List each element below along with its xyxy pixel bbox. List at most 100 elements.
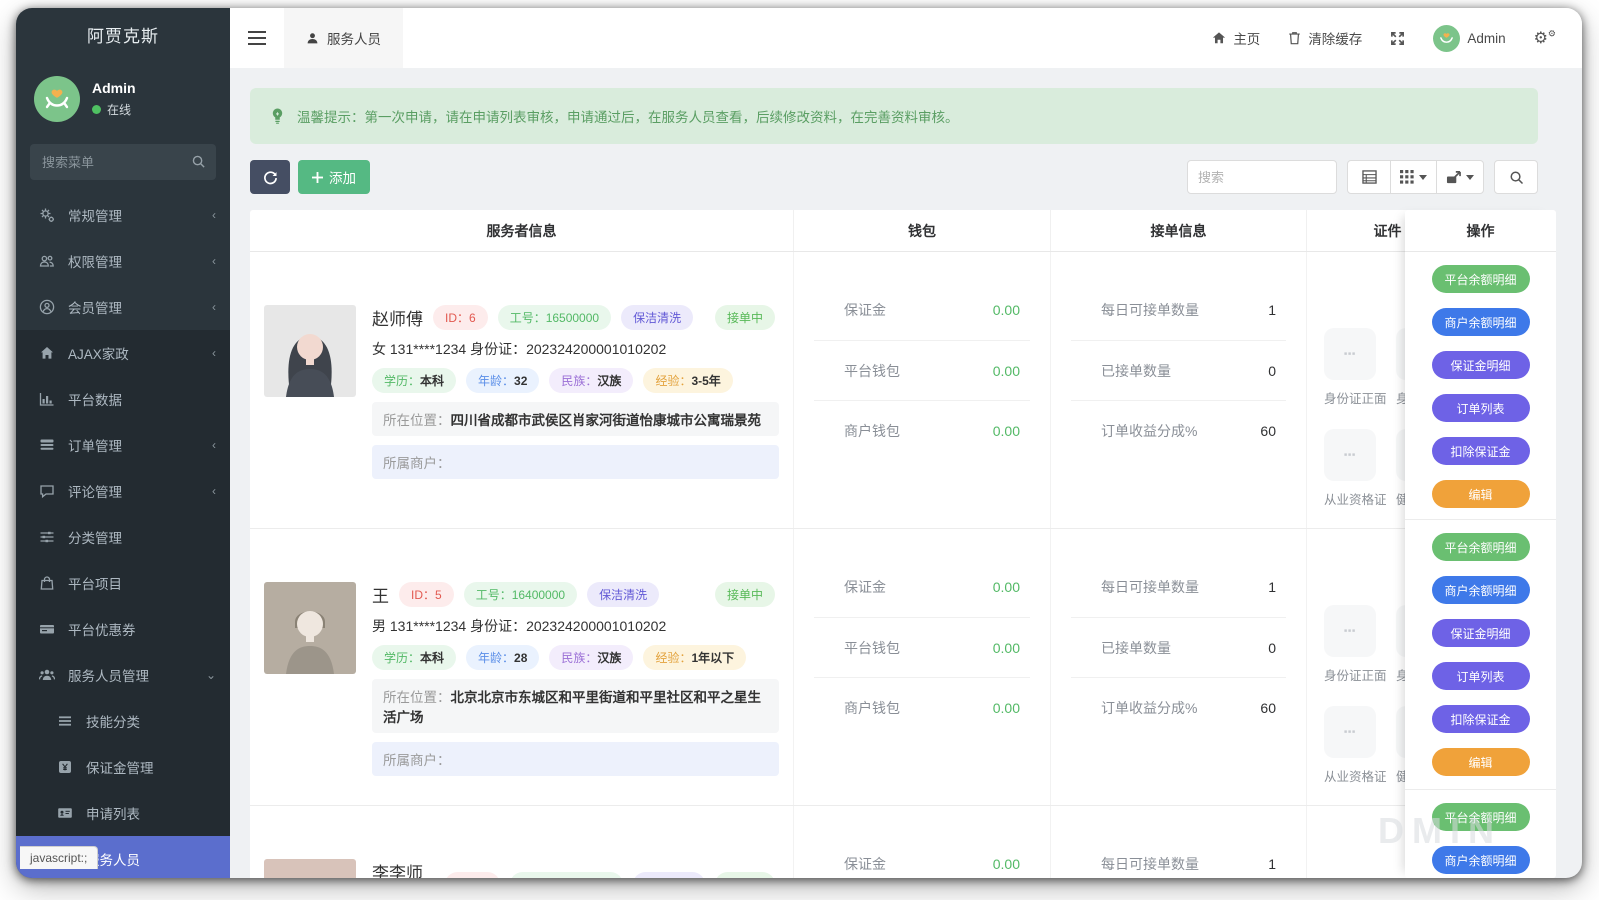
worker-photo[interactable]	[264, 582, 356, 674]
sidebar-item-4[interactable]: 平台数据	[16, 376, 230, 422]
certificate-label: 从业资格证	[1324, 489, 1386, 508]
sidebar-item-12[interactable]: 保证金管理	[16, 744, 230, 790]
field-label: 商户钱包	[844, 698, 900, 718]
settings-button[interactable]: ⚙⚙	[1534, 28, 1556, 48]
user-avatar[interactable]	[34, 76, 80, 122]
sidebar-item-label: 会员管理	[68, 297, 122, 317]
columns-dropdown-button[interactable]	[1390, 160, 1437, 194]
id-badge: ID：5	[399, 582, 454, 607]
attribute-badge: 学历：本科	[372, 368, 456, 393]
grid-icon	[1400, 170, 1414, 184]
sidebar-item-10[interactable]: 服务人员管理⌄	[16, 652, 230, 698]
category-icon	[38, 529, 56, 545]
action-button[interactable]: 商户余额明细	[1432, 576, 1530, 604]
wallet-cell: 保证金0.00平台钱包0.00商户钱包0.00	[794, 252, 1051, 528]
field-label: 商户钱包	[844, 421, 900, 441]
action-button[interactable]: 编辑	[1432, 748, 1530, 776]
clear-cache-link[interactable]: 清除缓存	[1288, 28, 1362, 48]
action-button[interactable]: 商户余额明细	[1432, 308, 1530, 336]
chevron-left-icon: ‹	[212, 346, 216, 360]
sidebar-item-5[interactable]: 订单管理‹	[16, 422, 230, 468]
action-button[interactable]: 平台余额明细	[1432, 265, 1530, 293]
table-row: 王ID：5工号：16400000保洁清洗接单中男 131****1234 身份证…	[250, 529, 1538, 806]
trash-icon	[1288, 31, 1301, 45]
action-button[interactable]: 商户余额明细	[1432, 846, 1530, 874]
column-header: 钱包	[794, 210, 1051, 251]
export-dropdown-button[interactable]	[1436, 160, 1484, 194]
field-label: 保证金	[844, 577, 886, 597]
sidebar-menu: 常规管理‹权限管理‹会员管理‹AJAX家政‹平台数据订单管理‹评论管理‹分类管理…	[16, 192, 230, 878]
page-content: 温馨提示：第一次申请，请在申请列表审核，申请通过后，在服务人员查看，后续修改资料…	[230, 68, 1582, 878]
skill-badge: 保洁清洗	[587, 582, 659, 607]
worker-photo[interactable]	[264, 859, 356, 878]
sidebar-search-input[interactable]	[30, 144, 216, 180]
fullscreen-button[interactable]	[1390, 31, 1405, 46]
action-button[interactable]: 扣除保证金	[1432, 437, 1530, 465]
field-value: 1	[1268, 302, 1276, 318]
field-value: 0.00	[993, 423, 1020, 439]
caret-down-icon	[1466, 175, 1474, 180]
user-name: Admin	[92, 80, 136, 96]
table-header-row: 服务者信息 钱包 接单信息 证件	[250, 210, 1538, 252]
users-icon	[38, 253, 56, 269]
sidebar-item-13[interactable]: 申请列表	[16, 790, 230, 836]
sidebar-item-label: AJAX家政	[68, 343, 129, 363]
sidebar-item-8[interactable]: 平台项目	[16, 560, 230, 606]
action-button[interactable]: 平台余额明细	[1432, 803, 1530, 831]
tab-service-personnel[interactable]: 服务人员	[284, 8, 403, 68]
toggle-view-button[interactable]	[1347, 160, 1391, 194]
home-link[interactable]: 主页	[1212, 28, 1260, 48]
action-button[interactable]: 订单列表	[1432, 662, 1530, 690]
sidebar-toggle-button[interactable]	[230, 31, 284, 45]
status-badge: 接单中	[715, 305, 775, 330]
coupon-icon	[38, 621, 56, 637]
admin-dropdown[interactable]: Admin	[1433, 25, 1505, 52]
sidebar-item-label: 评论管理	[68, 481, 122, 501]
sidebar: 阿贾克斯 Admin 在线 常规管理‹权限管理‹会员管理‹AJAX家政‹	[16, 8, 230, 878]
sidebar-item-label: 保证金管理	[86, 757, 154, 777]
table-row: 李李师傅ID：4工号：16300000保洁清洗接单中女 131****1234 …	[250, 806, 1538, 878]
row-actions: 平台余额明细商户余额明细保证金明细订单列表扣除保证金编辑	[1405, 790, 1556, 878]
action-button[interactable]: 保证金明细	[1432, 619, 1530, 647]
sidebar-item-6[interactable]: 评论管理 ‹	[16, 468, 230, 514]
sidebar-item-1[interactable]: 权限管理‹	[16, 238, 230, 284]
certificate-thumbnail[interactable]: ■■■	[1324, 706, 1376, 758]
notice-alert: 温馨提示：第一次申请，请在申请列表审核，申请通过后，在服务人员查看，后续修改资料…	[250, 88, 1538, 144]
sidebar-item-2[interactable]: 会员管理‹	[16, 284, 230, 330]
sidebar-item-11[interactable]: 技能分类	[16, 698, 230, 744]
comment-icon	[38, 483, 56, 499]
action-button[interactable]: 保证金明细	[1432, 351, 1530, 379]
certificate-thumbnail[interactable]: ■■■	[1324, 328, 1376, 380]
work-no-badge: 工号：16500000	[498, 305, 611, 330]
worker-photo[interactable]	[264, 305, 356, 397]
plus-icon	[312, 172, 323, 183]
chevron-left-icon: ‹	[212, 208, 216, 222]
sidebar-item-3[interactable]: AJAX家政 ‹	[16, 330, 230, 376]
sidebar-item-0[interactable]: 常规管理‹	[16, 192, 230, 238]
certificate-thumbnail[interactable]: ■■■	[1324, 429, 1376, 481]
field-label: 每日可接单数量	[1101, 854, 1199, 874]
field-label: 订单收益分成%	[1101, 698, 1197, 718]
orders-icon	[38, 437, 56, 453]
action-button[interactable]: 扣除保证金	[1432, 705, 1530, 733]
chevron-left-icon: ‹	[212, 484, 216, 498]
sidebar-item-7[interactable]: 分类管理	[16, 514, 230, 560]
sidebar-search	[30, 144, 216, 180]
refresh-button[interactable]	[250, 160, 290, 194]
sidebar-user-panel: Admin 在线	[16, 66, 230, 136]
action-button[interactable]: 编辑	[1432, 480, 1530, 508]
field-label: 每日可接单数量	[1101, 577, 1199, 597]
certificate-thumbnail[interactable]: ■■■	[1324, 605, 1376, 657]
brand-title[interactable]: 阿贾克斯	[16, 8, 230, 66]
action-button[interactable]: 平台余额明细	[1432, 533, 1530, 561]
action-button[interactable]: 订单列表	[1432, 394, 1530, 422]
field-label: 保证金	[844, 854, 886, 874]
advanced-search-button[interactable]	[1494, 160, 1538, 194]
list-icon	[56, 713, 74, 729]
table-search-input[interactable]	[1187, 160, 1337, 194]
hands-heart-logo-icon	[42, 84, 72, 114]
lightbulb-icon	[270, 107, 285, 125]
add-button[interactable]: 添加	[298, 160, 370, 194]
sidebar-item-9[interactable]: 平台优惠券	[16, 606, 230, 652]
link-status-tooltip: javascript:;	[20, 846, 98, 869]
